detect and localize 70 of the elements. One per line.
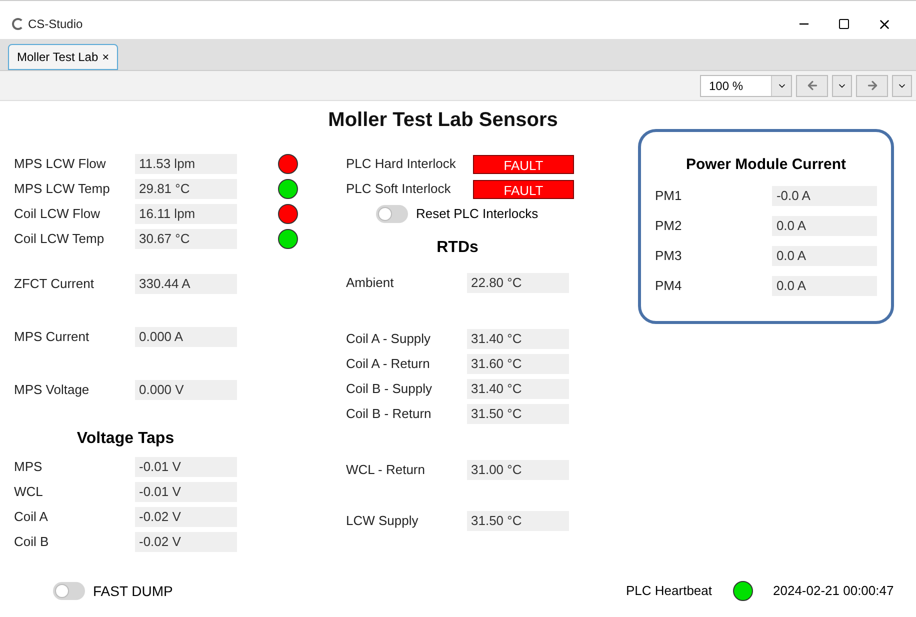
value-readout: 0.0 A <box>772 216 877 236</box>
window-title: CS-Studio <box>28 16 83 33</box>
display-title: Moller Test Lab Sensors <box>328 108 558 129</box>
field-label: Coil A - Supply <box>346 330 432 348</box>
value-readout: 330.44 A <box>135 274 237 294</box>
value-readout: -0.01 V <box>135 482 237 502</box>
value-readout: 16.11 lpm <box>135 204 237 224</box>
zoom-combo[interactable]: 100 % <box>700 74 792 96</box>
toggle-label: Reset PLC Interlocks <box>416 205 538 223</box>
section-heading: Voltage Taps <box>76 429 174 449</box>
value-readout: 31.60 °C <box>467 354 569 374</box>
maximize-icon <box>838 18 850 30</box>
tab[interactable]: Moller Test Lab × <box>8 44 118 70</box>
field-label: Coil B - Supply <box>346 380 433 398</box>
field-label: MPS <box>14 458 44 476</box>
field-label: PLC Heartbeat <box>626 582 712 600</box>
value-readout: 30.67 °C <box>135 229 237 249</box>
field-label: PLC Hard Interlock <box>346 155 457 173</box>
tab-close-button[interactable]: × <box>102 48 110 66</box>
value-readout: -0.0 A <box>772 186 877 206</box>
section-heading: RTDs <box>436 238 478 258</box>
field-label: MPS Voltage <box>14 381 90 399</box>
field-label: MPS LCW Flow <box>14 155 107 173</box>
field-label: Coil LCW Flow <box>14 205 101 223</box>
value-readout: 31.50 °C <box>467 404 569 424</box>
field-label: PM4 <box>655 276 683 294</box>
timestamp: 2024-02-21 00:00:47 <box>773 582 894 600</box>
field-label: PM1 <box>655 186 683 204</box>
value-readout: 11.53 lpm <box>135 154 237 174</box>
toggle-label: FAST DUMP <box>93 582 173 600</box>
field-label: PLC Soft Interlock <box>346 180 452 198</box>
field-label: Coil B - Return <box>346 404 432 422</box>
field-label: Coil B <box>14 533 50 551</box>
field-label: Coil LCW Temp <box>14 230 106 248</box>
field-label: ZFCT Current <box>14 275 95 293</box>
toggle-switch[interactable] <box>376 204 408 223</box>
value-readout: 31.00 °C <box>467 460 569 480</box>
value-readout: 31.50 °C <box>467 510 569 530</box>
field-label: PM3 <box>655 246 683 264</box>
app-logo-icon <box>12 18 24 30</box>
field-label: MPS LCW Temp <box>14 180 111 198</box>
back-button[interactable] <box>796 74 828 96</box>
field-label: PM2 <box>655 216 683 234</box>
left-arrow-icon <box>806 79 818 92</box>
value-readout: 0.0 A <box>772 276 877 296</box>
value-readout: 31.40 °C <box>467 378 569 398</box>
back-history-dropdown[interactable] <box>832 74 852 96</box>
right-arrow-icon <box>866 79 878 92</box>
toggle-switch[interactable] <box>53 582 85 600</box>
value-readout: 0.000 A <box>135 327 237 347</box>
value-readout: 29.81 °C <box>135 179 237 199</box>
field-label: Coil A - Return <box>346 354 431 372</box>
field-label: Coil A <box>14 508 49 526</box>
interlock-status: FAULT <box>473 180 574 198</box>
field-label: LCW Supply <box>346 512 420 530</box>
field-label: MPS Current <box>14 328 90 346</box>
panel-title: Power Module Current <box>684 155 847 175</box>
forward-history-dropdown[interactable] <box>892 74 912 96</box>
value-readout: -0.02 V <box>135 532 237 552</box>
value-readout: 31.40 °C <box>467 328 569 348</box>
field-label: Ambient <box>346 274 395 292</box>
value-readout: -0.01 V <box>135 457 237 477</box>
field-label: WCL - Return <box>346 460 426 478</box>
value-readout: 22.80 °C <box>467 272 569 292</box>
forward-button[interactable] <box>856 74 888 96</box>
value-readout: -0.02 V <box>135 507 237 527</box>
field-label: WCL <box>14 483 44 501</box>
value-readout: 0.000 V <box>135 380 237 400</box>
interlock-status: FAULT <box>473 154 574 174</box>
value-readout: 0.0 A <box>772 246 877 266</box>
